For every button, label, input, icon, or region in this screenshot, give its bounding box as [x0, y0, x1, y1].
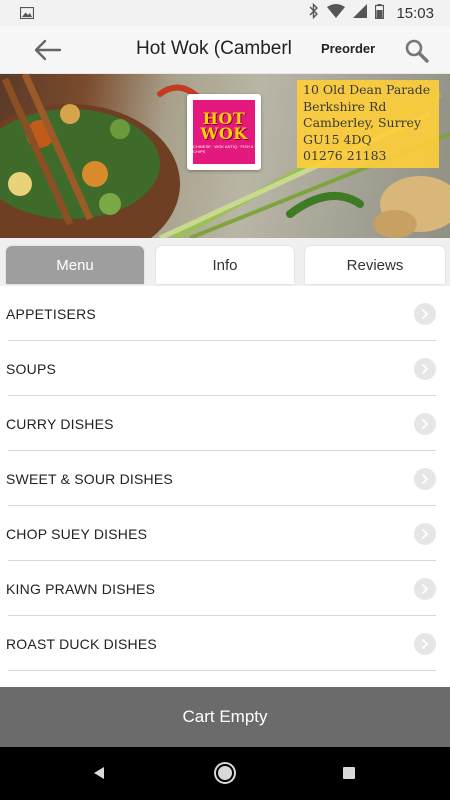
restaurant-banner: HOT WOK CHINESE · WOK ANTIQ · FISH & CHI… [0, 74, 450, 238]
address-line: Berkshire Rd [303, 98, 387, 114]
menu-category-row[interactable]: KING PRAWN DISHES [0, 561, 450, 616]
menu-category-label: CHOP SUEY DISHES [6, 525, 148, 542]
app-bar: Hot Wok (Camberl Preorder [0, 26, 450, 74]
chevron-right-icon [414, 523, 436, 545]
tab-bar: Menu Info Reviews [0, 238, 450, 286]
cart-button[interactable]: Cart Empty [0, 687, 450, 747]
address-line: 10 Old Dean Parade [303, 82, 431, 97]
tab-reviews[interactable]: Reviews [305, 246, 445, 284]
battery-icon [375, 3, 385, 23]
search-icon [405, 39, 429, 63]
chevron-right-icon [414, 468, 436, 490]
menu-category-label: KING PRAWN DISHES [6, 580, 156, 597]
search-button[interactable] [404, 38, 432, 64]
chevron-right-icon [414, 578, 436, 600]
preorder-button[interactable]: Preorder [321, 41, 375, 56]
chevron-right-icon [414, 303, 436, 325]
nav-back-icon[interactable] [92, 766, 106, 780]
back-button[interactable] [30, 36, 66, 64]
nav-recents-icon[interactable] [343, 767, 355, 779]
status-bar: 15:03 [0, 0, 450, 26]
menu-category-label: ROAST DUCK DISHES [6, 635, 157, 652]
menu-category-label: APPETISERS [6, 305, 96, 322]
menu-category-label: SWEET & SOUR DISHES [6, 470, 173, 487]
signal-icon [353, 4, 368, 22]
status-time: 15:03 [396, 4, 434, 22]
page-title: Hot Wok (Camberl [136, 38, 292, 59]
nav-home-icon[interactable] [216, 764, 234, 782]
menu-category-row[interactable]: CURRY DISHES [0, 396, 450, 451]
bluetooth-icon [309, 2, 319, 23]
menu-category-row[interactable]: APPETISERS [0, 286, 450, 341]
menu-category-label: CURRY DISHES [6, 415, 114, 432]
wifi-icon [327, 4, 346, 22]
back-arrow-icon [34, 39, 62, 61]
chevron-right-icon [414, 358, 436, 380]
chevron-right-icon [414, 633, 436, 655]
menu-category-row[interactable]: SOUPS [0, 341, 450, 396]
logo-text-wok: WOK [200, 123, 248, 143]
restaurant-logo: HOT WOK CHINESE · WOK ANTIQ · FISH & CHI… [187, 94, 261, 170]
menu-category-row[interactable]: ROAST DUCK DISHES [0, 616, 450, 671]
chevron-right-icon [414, 413, 436, 435]
menu-category-list: APPETISERS SOUPS CURRY DISHES SWEET & SOUR … [0, 286, 450, 671]
address-box: 10 Old Dean Parade Berkshire Rd Camberle… [297, 80, 439, 168]
logo-tagline: CHINESE · WOK ANTIQ · FISH & CHIPS [193, 143, 254, 154]
address-line: Camberley, Surrey [303, 115, 422, 130]
menu-category-row[interactable]: SWEET & SOUR DISHES [0, 451, 450, 506]
menu-category-label: SOUPS [6, 360, 57, 377]
system-nav-bar [0, 747, 450, 800]
row-divider [8, 670, 436, 671]
address-line: GU15 4DQ [303, 131, 372, 147]
menu-category-row[interactable]: CHOP SUEY DISHES [0, 506, 450, 561]
tab-info[interactable]: Info [156, 246, 294, 284]
phone-number[interactable]: 01276 21183 [303, 148, 433, 165]
image-notification-icon [19, 6, 35, 20]
tab-menu[interactable]: Menu [6, 246, 144, 284]
